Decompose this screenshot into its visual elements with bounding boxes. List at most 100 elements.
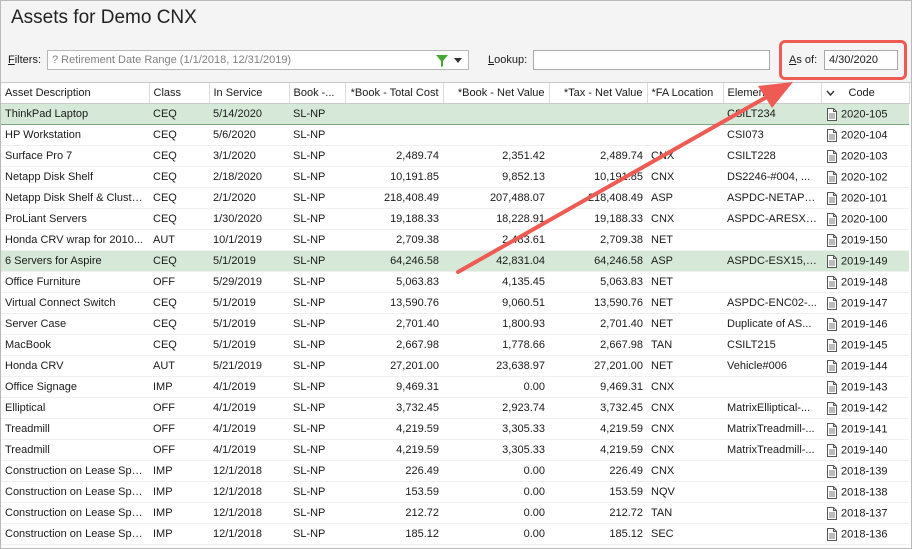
col-header-tax-net-value[interactable]: *Tax - Net Value xyxy=(549,83,648,104)
table-row[interactable]: Netapp Disk Shelf & Cluste... CEQ 2/1/2020… xyxy=(1,187,909,209)
col-header-book-total-cost[interactable]: *Book - Total Cost xyxy=(345,83,444,104)
cell-code: 2019-141 xyxy=(821,418,909,440)
cell-elements: MatrixTreadmill-... xyxy=(723,418,821,440)
filter-dropdown[interactable]: ? Retirement Date Range (1/1/2018, 12/31… xyxy=(47,50,469,70)
document-icon[interactable] xyxy=(827,317,837,331)
cell-fa-location xyxy=(647,103,723,125)
document-icon[interactable] xyxy=(827,212,837,226)
cell-elements: ASPDC-NETAPP... xyxy=(723,187,821,209)
document-icon[interactable] xyxy=(827,380,837,394)
dropdown-arrow-icon[interactable] xyxy=(454,58,462,64)
col-header-book[interactable]: Book -... xyxy=(289,83,346,104)
table-row[interactable]: Honda CRV AUT 5/21/2019 SL-NP 27,201.00 23,63… xyxy=(1,355,909,377)
lookup-input[interactable] xyxy=(533,50,770,70)
table-row[interactable]: MacBook CEQ 5/1/2019 SL-NP 2,667.98 1,778.66 2… xyxy=(1,334,909,356)
cell-code: 2020-102 xyxy=(821,166,909,188)
col-header-elements[interactable]: Elements xyxy=(723,83,822,104)
document-icon[interactable] xyxy=(827,233,837,247)
cell-tax-net-value: 212.72 xyxy=(549,502,647,524)
cell-description: ThinkPad Laptop xyxy=(1,103,149,125)
cell-class: OFF xyxy=(149,439,209,461)
cell-elements: ASPDC-ESX15, ... xyxy=(723,250,821,272)
document-icon[interactable] xyxy=(827,443,837,457)
table-row[interactable]: Virtual Connect Switch CEQ 5/1/2019 SL-NP 13… xyxy=(1,292,909,314)
cell-elements: Vehicle#006 xyxy=(723,355,821,377)
cell-fa-location: NET xyxy=(647,292,723,314)
cell-class: IMP xyxy=(149,502,209,524)
table-row[interactable]: Office Furniture OFF 5/29/2019 SL-NP 5,063.8… xyxy=(1,271,909,293)
document-icon[interactable] xyxy=(827,338,837,352)
table-row[interactable]: ProLiant Servers CEQ 1/30/2020 SL-NP 19,188.… xyxy=(1,208,909,230)
cell-code: 2019-143 xyxy=(821,376,909,398)
document-icon[interactable] xyxy=(827,275,837,289)
document-icon[interactable] xyxy=(827,464,837,478)
as-of-date-input[interactable]: 4/30/2020 xyxy=(824,50,898,70)
document-icon[interactable] xyxy=(827,254,837,268)
cell-tax-net-value: 9,469.31 xyxy=(549,376,647,398)
table-row[interactable]: Elliptical OFF 4/1/2019 SL-NP 3,732.45 2,923.… xyxy=(1,397,909,419)
as-of-label: As of: xyxy=(789,54,818,66)
document-icon[interactable] xyxy=(827,296,837,310)
document-icon[interactable] xyxy=(827,359,837,373)
table-row[interactable]: Construction on Lease Spa... IMP 12/1/2018… xyxy=(1,502,909,524)
cell-book-net-value: 1,778.66 xyxy=(443,334,549,356)
cell-elements xyxy=(723,271,821,293)
cell-book-net-value: 2,351.42 xyxy=(443,145,549,167)
cell-book-net-value: 207,488.07 xyxy=(443,187,549,209)
cell-book-net-value: 0.00 xyxy=(443,376,549,398)
cell-fa-location: TAN xyxy=(647,334,723,356)
col-header-in-service[interactable]: In Service xyxy=(209,83,290,104)
table-row[interactable]: ThinkPad Laptop CEQ 5/14/2020 SL-NP CSILT234… xyxy=(1,103,909,125)
table-row[interactable]: Netapp Disk Shelf CEQ 2/18/2020 SL-NP 10,191… xyxy=(1,166,909,188)
cell-tax-net-value: 153.59 xyxy=(549,481,647,503)
col-header-class[interactable]: Class xyxy=(149,83,210,104)
document-icon[interactable] xyxy=(827,170,837,184)
document-icon[interactable] xyxy=(827,149,837,163)
col-header-fa-location[interactable]: *FA Location xyxy=(647,83,724,104)
document-icon[interactable] xyxy=(827,107,837,121)
table-row[interactable]: HP Workstation CEQ 5/6/2020 SL-NP CSI073 2020… xyxy=(1,124,909,146)
cell-description: ProLiant Servers xyxy=(1,208,149,230)
table-row[interactable]: Construction on Lease Spa... IMP 12/1/2018… xyxy=(1,460,909,482)
table-row[interactable]: Office Signage IMP 4/1/2019 SL-NP 9,469.31 0.… xyxy=(1,376,909,398)
cell-book-net-value: 18,228.91 xyxy=(443,208,549,230)
col-header-book-net-value[interactable]: *Book - Net Value xyxy=(443,83,550,104)
table-row[interactable]: Steelcase FurnitureOFF11/1/2018SL-NP16,8… xyxy=(1,544,909,548)
cell-class: IMP xyxy=(149,376,209,398)
cell-description: Treadmill xyxy=(1,418,149,440)
document-icon[interactable] xyxy=(827,422,837,436)
code-value: 2020-100 xyxy=(841,212,888,225)
document-icon[interactable] xyxy=(827,506,837,520)
col-header-asset-description[interactable]: Asset Description xyxy=(1,83,150,104)
cell-book-net-value: 0.00 xyxy=(443,460,549,482)
table-row[interactable]: Honda CRV wrap for 2010... AUT 10/1/2019 SL… xyxy=(1,229,909,251)
col-header-code[interactable]: Code xyxy=(821,83,910,104)
cell-fa-location: NET xyxy=(647,313,723,335)
chevron-down-icon[interactable] xyxy=(825,90,835,97)
document-icon[interactable] xyxy=(827,485,837,499)
cell-book-net-value: 42,831.04 xyxy=(443,250,549,272)
table-row[interactable]: Surface Pro 7 CEQ 3/1/2020 SL-NP 2,489.74 2,3… xyxy=(1,145,909,167)
document-icon[interactable] xyxy=(827,191,837,205)
document-icon[interactable] xyxy=(827,128,837,142)
table-row[interactable]: 6 Servers for Aspire CEQ 5/1/2019 SL-NP 64,2… xyxy=(1,250,909,272)
cell-book-total-cost: 5,063.83 xyxy=(345,271,443,293)
cell-code: 2019-147 xyxy=(821,292,909,314)
document-icon[interactable] xyxy=(827,527,837,541)
cell-class: CEQ xyxy=(149,292,209,314)
table-row[interactable]: Construction on Lease Spa... IMP 12/1/2018… xyxy=(1,481,909,503)
table-row[interactable]: Treadmill OFF 4/1/2019 SL-NP 4,219.59 3,305.3… xyxy=(1,418,909,440)
funnel-icon[interactable] xyxy=(436,55,448,67)
cell-tax-net-value: 10,191.85 xyxy=(549,166,647,188)
cell-description: Elliptical xyxy=(1,397,149,419)
cell-fa-location: NET xyxy=(647,355,723,377)
cell-book: SL-NP xyxy=(289,460,345,482)
table-row[interactable]: Treadmill OFF 4/1/2019 SL-NP 4,219.59 3,305.3… xyxy=(1,439,909,461)
document-icon[interactable] xyxy=(827,401,837,415)
table-row[interactable]: Server Case CEQ 5/1/2019 SL-NP 2,701.40 1,800… xyxy=(1,313,909,335)
table-row[interactable]: Construction on Lease Spa... IMP 12/1/2018… xyxy=(1,523,909,545)
cell-book-total-cost: 27,201.00 xyxy=(345,355,443,377)
grid-body: ThinkPad Laptop CEQ 5/14/2020 SL-NP CSILT234… xyxy=(1,103,909,548)
cell-tax-net-value: 16,831.26 xyxy=(549,544,647,548)
cell-elements: ASPDC-ENC02-... xyxy=(723,292,821,314)
